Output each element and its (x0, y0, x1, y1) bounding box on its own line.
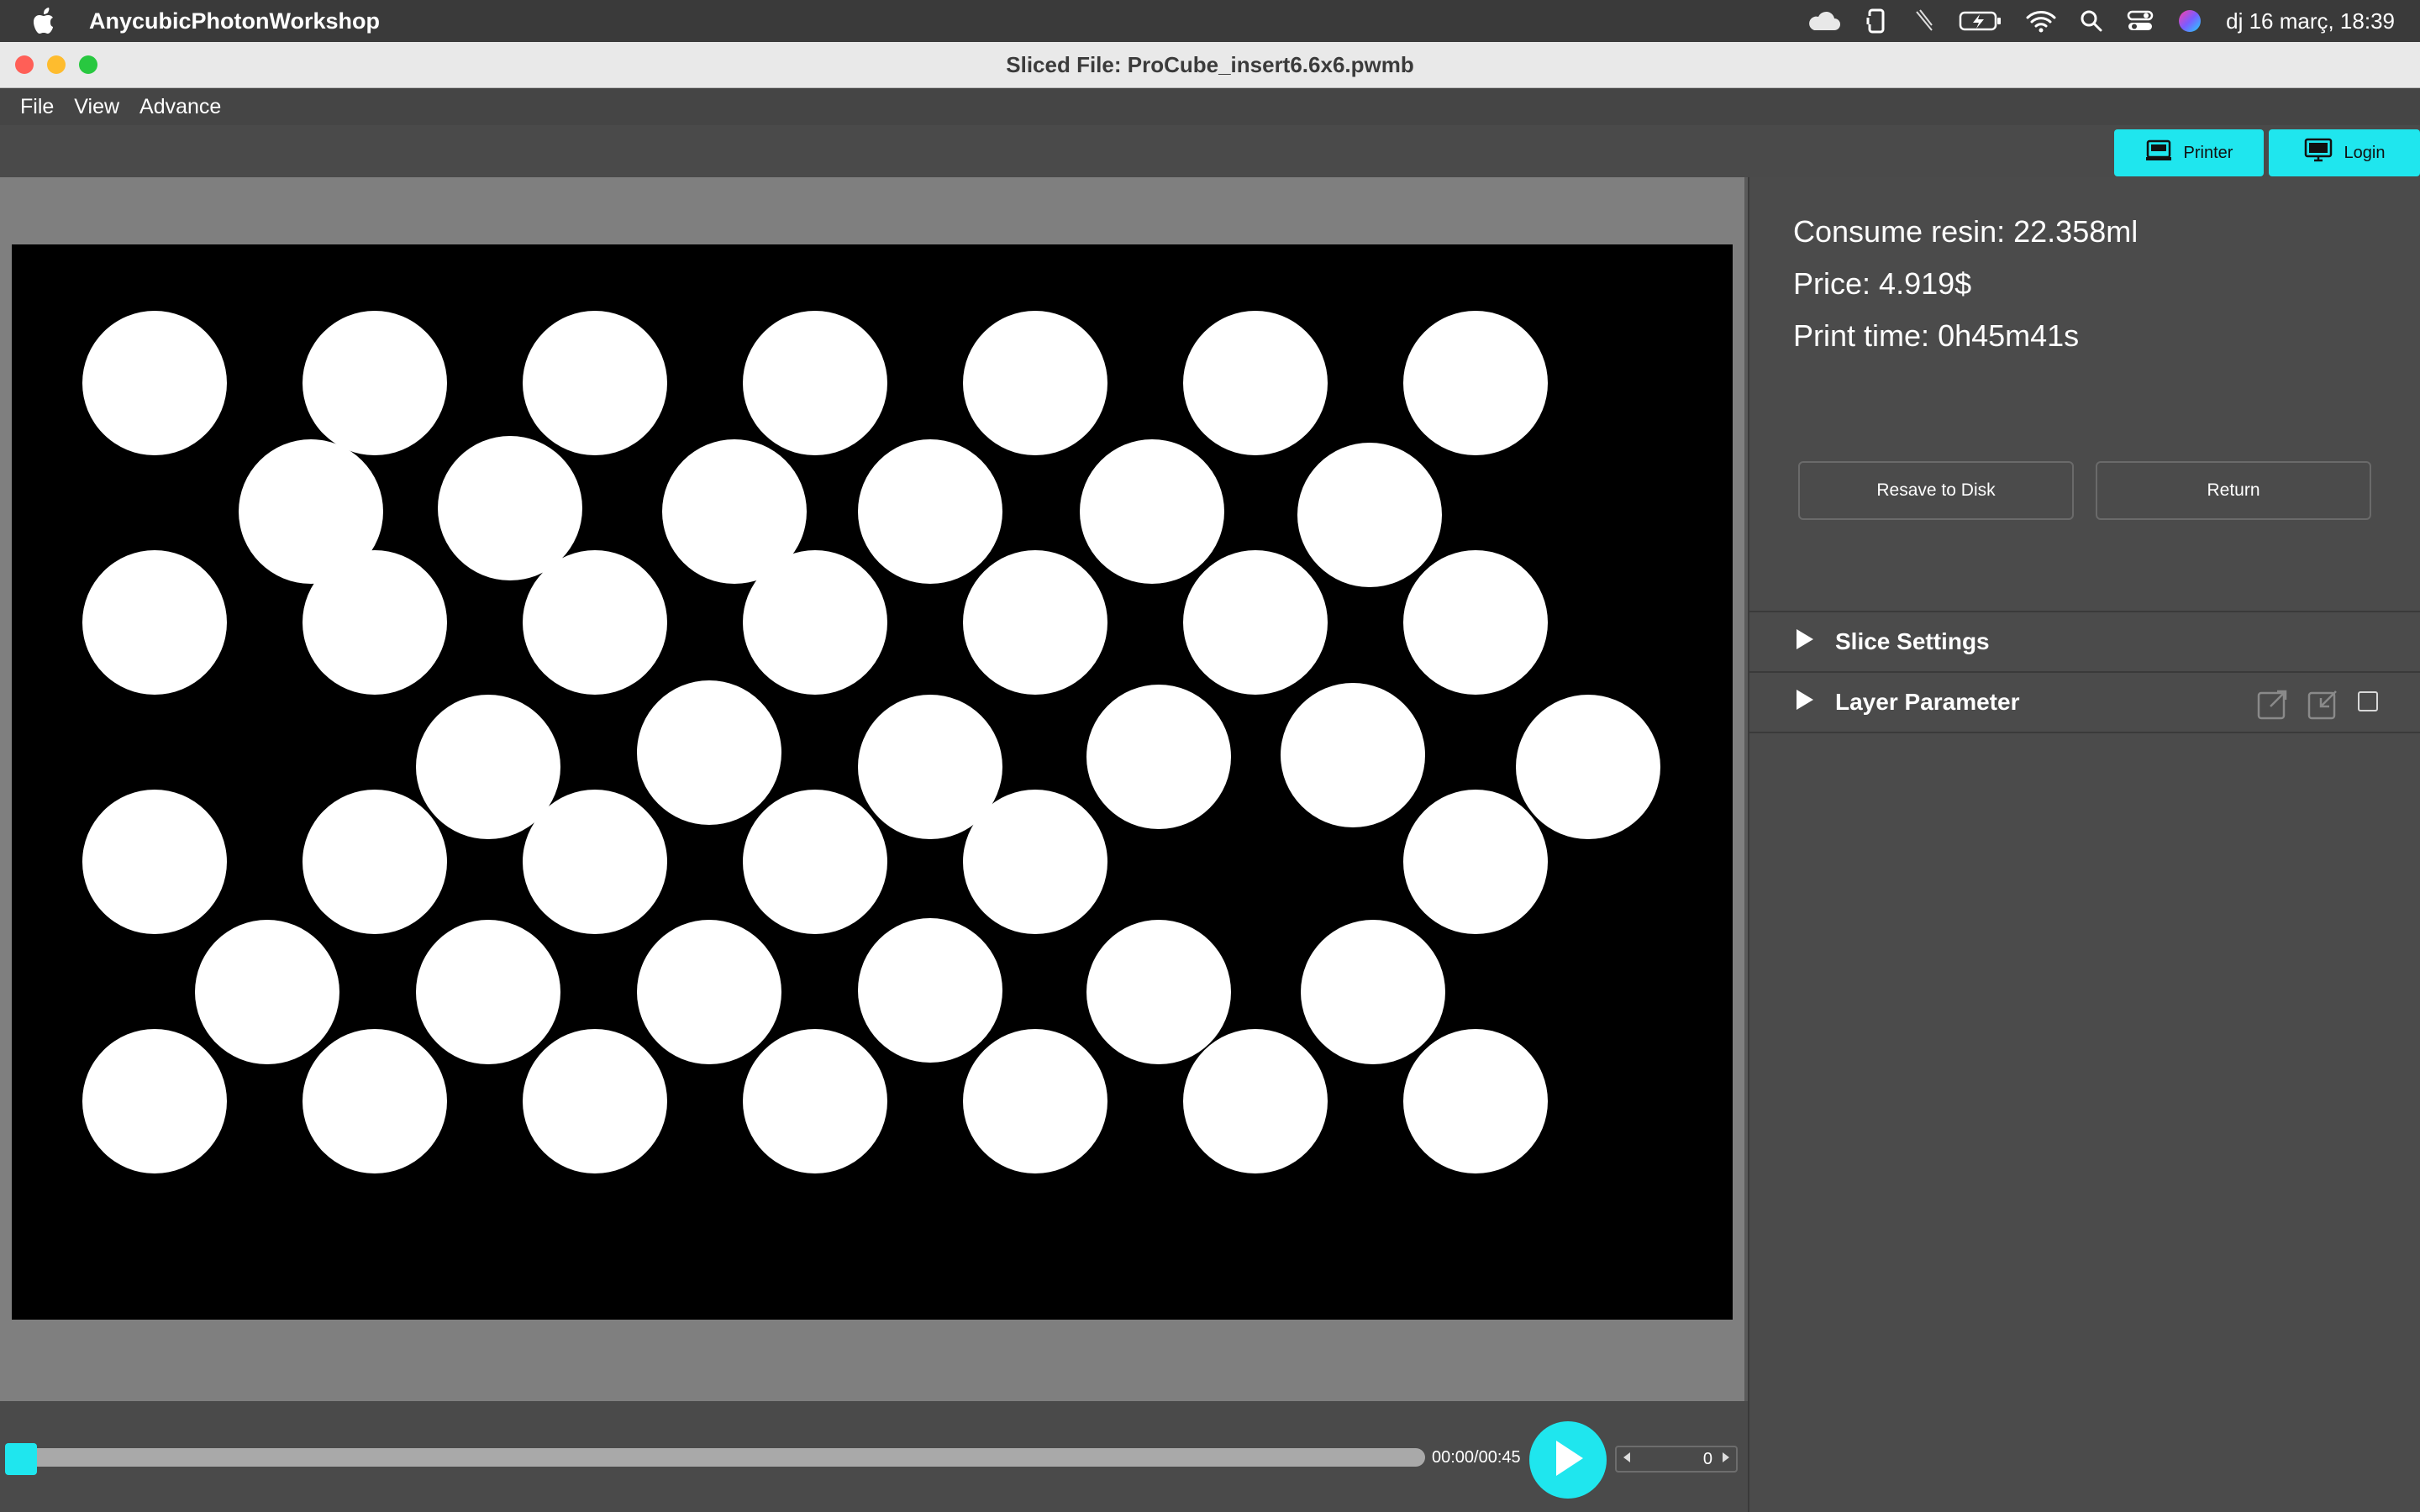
consume-resin-row: Consume resin: 22.358ml (1793, 214, 2138, 249)
export-icon[interactable] (2257, 688, 2291, 726)
info-panel: Consume resin: 22.358ml Price: 4.919$ Pr… (1748, 177, 2420, 1512)
control-center-icon[interactable] (2127, 9, 2154, 33)
layer-preview-image (12, 244, 1733, 1320)
menu-view[interactable]: View (74, 95, 119, 119)
search-icon[interactable] (2080, 9, 2103, 33)
layer-viewport[interactable] (0, 177, 1748, 1401)
import-icon[interactable] (2307, 688, 2341, 726)
step-forward-icon[interactable] (1721, 1450, 1731, 1469)
window-title-bar: Sliced File: ProCube_insert6.6x6.pwmb (0, 42, 2420, 88)
layer-parameter-section[interactable]: Layer Parameter (1749, 671, 2420, 733)
app-menu-bar: File View Advance (0, 88, 2420, 125)
clock[interactable]: dj 16 març, 18:39 (2226, 8, 2395, 34)
siri-icon[interactable] (2177, 8, 2202, 34)
play-button[interactable] (1529, 1421, 1607, 1499)
app-name[interactable]: AnycubicPhotonWorkshop (89, 8, 380, 34)
pen-icon[interactable] (1912, 8, 1935, 34)
wifi-icon[interactable] (2026, 9, 2056, 33)
layer-number[interactable]: 0 (1703, 1450, 1712, 1469)
return-button[interactable]: Return (2096, 461, 2371, 520)
login-label: Login (2344, 143, 2386, 162)
slice-settings-title: Slice Settings (1835, 628, 1990, 654)
monitor-icon (2304, 138, 2333, 168)
layer-stepper[interactable]: 0 (1615, 1446, 1738, 1473)
cloud-icon[interactable] (1806, 10, 1841, 32)
layer-parameter-title: Layer Parameter (1835, 689, 2020, 715)
menu-file[interactable]: File (20, 95, 54, 119)
apple-icon[interactable] (34, 7, 59, 35)
print-time-row: Print time: 0h45m41s (1793, 318, 2079, 354)
layer-slider-track[interactable] (8, 1448, 1425, 1467)
login-button[interactable]: Login (2269, 129, 2420, 176)
price-value: 4.919$ (1879, 266, 1972, 301)
step-back-icon[interactable] (1622, 1450, 1632, 1469)
timecode: 00:00/00:45 (1432, 1448, 1521, 1467)
slice-settings-section[interactable]: Slice Settings (1749, 611, 2420, 671)
battery-icon[interactable] (1959, 10, 2002, 32)
print-time-label: Print time: (1793, 318, 1930, 353)
phone-sync-icon[interactable] (1865, 8, 1888, 34)
price-row: Price: 4.919$ (1793, 266, 1971, 302)
expand-triangle-icon[interactable] (1795, 627, 1815, 657)
play-icon (1549, 1437, 1586, 1483)
printer-button[interactable]: Printer (2114, 129, 2264, 176)
layer-slider-thumb[interactable] (5, 1443, 37, 1475)
playback-bar: 00:00/00:45 0 (0, 1401, 1748, 1512)
menu-advance[interactable]: Advance (139, 95, 221, 119)
expand-triangle-icon[interactable] (1795, 688, 1815, 717)
toolbar: Printer Login (0, 125, 2420, 179)
resave-to-disk-button[interactable]: Resave to Disk (1798, 461, 2074, 520)
print-time-value: 0h45m41s (1938, 318, 2080, 353)
printer-label: Printer (2183, 143, 2233, 162)
price-label: Price: (1793, 266, 1871, 301)
printer-icon (2145, 139, 2172, 167)
resin-label: Consume resin: (1793, 214, 2006, 249)
window-title: Sliced File: ProCube_insert6.6x6.pwmb (1006, 52, 1414, 77)
resin-value: 22.358ml (2013, 214, 2139, 249)
system-menu-bar: AnycubicPhotonWorkshop dj 16 març, 18:39 (0, 0, 2420, 42)
checkbox[interactable] (2358, 691, 2378, 711)
